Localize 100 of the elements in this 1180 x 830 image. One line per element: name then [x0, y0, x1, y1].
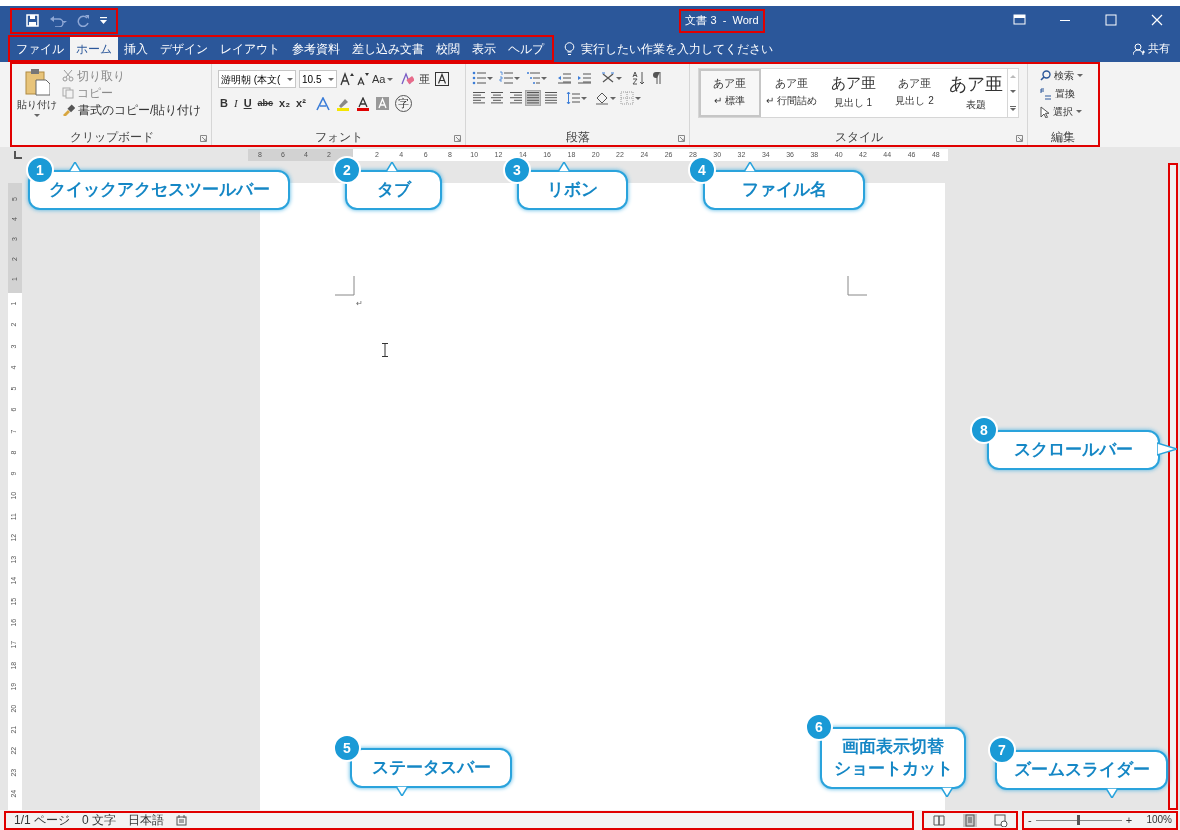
font-name-field[interactable]: 游明朝 (本文(	[218, 70, 296, 88]
shrink-font-icon[interactable]	[357, 72, 369, 86]
highlight-icon[interactable]	[335, 96, 350, 111]
read-mode-icon[interactable]	[932, 813, 947, 827]
style-gallery-item[interactable]: あア亜 ↵ 標準	[699, 69, 761, 117]
caret-icon[interactable]	[1076, 110, 1082, 113]
dialog-launcher-icon[interactable]	[200, 135, 207, 142]
style-gallery-item[interactable]: あア亜 ↵ 行間詰め	[760, 69, 823, 117]
lightbulb-icon[interactable]	[564, 41, 575, 56]
change-case-button[interactable]: Aa	[372, 70, 394, 88]
ribbon-tab[interactable]: デザイン	[154, 37, 214, 60]
format-button[interactable]: B	[220, 95, 228, 112]
ribbon-button[interactable]: 置換	[1040, 86, 1098, 101]
group-label: クリップボード	[69, 130, 154, 144]
print-layout-icon[interactable]	[963, 813, 977, 827]
character-shading-icon[interactable]	[375, 97, 389, 110]
bullet-list-icon[interactable]	[472, 71, 486, 85]
paint-bucket-icon[interactable]	[595, 91, 609, 105]
ribbon-button[interactable]: 書式のコピー/貼り付け	[62, 102, 202, 118]
justify-icon[interactable]	[526, 91, 540, 105]
scroll-down-icon[interactable]	[1010, 90, 1017, 94]
callout-label: スクロールバー	[987, 430, 1160, 470]
multilevel-list-icon[interactable]	[526, 71, 540, 85]
status-item[interactable]: 1/1 ページ	[14, 813, 70, 827]
ribbon-button[interactable]: 検索	[1040, 68, 1098, 83]
style-gallery-item[interactable]: あア亜 表題	[945, 69, 1008, 117]
group-label: スタイル	[834, 130, 883, 144]
ribbon-tab[interactable]: 差し込み文書	[346, 37, 430, 60]
zoom-out-button[interactable]: -	[1028, 814, 1032, 826]
ribbon-tab[interactable]: ヘルプ	[502, 37, 550, 60]
caret-icon[interactable]	[287, 77, 293, 81]
style-gallery-item[interactable]: あア亜 見出し 2	[883, 69, 946, 117]
caret-icon[interactable]	[541, 76, 547, 80]
ribbon-tab[interactable]: ホーム	[70, 37, 118, 60]
ribbon-tab[interactable]: 挿入	[118, 37, 154, 60]
dialog-launcher-icon[interactable]	[1016, 135, 1023, 142]
caret-icon[interactable]	[635, 96, 641, 100]
format-button[interactable]: x²	[296, 95, 306, 112]
align-right-icon[interactable]	[508, 91, 522, 105]
undo-icon[interactable]	[49, 14, 67, 27]
web-layout-icon[interactable]	[993, 813, 1008, 827]
search-icon	[1040, 70, 1051, 81]
macro-record-icon[interactable]	[176, 814, 188, 826]
zoom-level[interactable]: 100%	[1146, 815, 1172, 825]
tell-me-field[interactable]: 実行したい作業を入力してください	[581, 39, 821, 58]
caret-icon[interactable]	[487, 76, 493, 80]
ribbon-tab[interactable]: 表示	[466, 37, 502, 60]
clipboard-icon[interactable]	[24, 68, 50, 96]
line-spacing-icon[interactable]	[566, 91, 580, 105]
dialog-launcher-icon[interactable]	[454, 135, 461, 142]
format-button[interactable]: U	[243, 95, 252, 112]
paste-button[interactable]: 貼り付け	[16, 68, 58, 118]
caret-icon[interactable]	[514, 76, 520, 80]
increase-indent-icon[interactable]	[577, 71, 591, 85]
caret-icon[interactable]	[1077, 74, 1083, 77]
zoom-slider-thumb[interactable]	[1077, 814, 1081, 825]
customize-icon[interactable]	[100, 16, 107, 25]
align-center-icon[interactable]	[490, 91, 504, 105]
font-size-field[interactable]: 10.5	[299, 70, 337, 88]
share-button[interactable]: 共有	[1133, 40, 1170, 57]
font-color-icon[interactable]	[355, 96, 370, 111]
decrease-indent-icon[interactable]	[557, 71, 571, 85]
align-left-icon[interactable]	[472, 91, 486, 105]
format-button[interactable]: abc	[257, 96, 274, 111]
more-icon[interactable]	[1010, 105, 1017, 111]
person-icon[interactable]	[1133, 42, 1145, 55]
caret-icon[interactable]	[616, 76, 622, 80]
save-icon[interactable]	[26, 14, 39, 27]
format-button[interactable]: I	[233, 95, 238, 112]
zoom-in-button[interactable]: +	[1125, 814, 1133, 826]
ribbon-tab[interactable]: ファイル	[10, 37, 70, 60]
character-border-icon[interactable]	[435, 72, 450, 86]
caret-icon[interactable]	[581, 96, 587, 100]
tab-stop-selector[interactable]	[14, 151, 22, 159]
distributed-icon[interactable]	[544, 91, 558, 105]
sort-icon[interactable]	[632, 71, 646, 85]
status-item[interactable]: 日本語	[128, 813, 165, 827]
clear-formatting-icon[interactable]	[400, 72, 415, 86]
caret-icon[interactable]	[387, 77, 394, 81]
dialog-launcher-icon[interactable]	[678, 135, 685, 142]
status-item[interactable]: 0 文字	[82, 813, 117, 827]
margin-corner-mark	[847, 276, 867, 296]
text-cursor-icon	[381, 343, 389, 357]
ribbon-tab[interactable]: 校閲	[430, 37, 466, 60]
pilcrow-icon[interactable]	[652, 71, 662, 85]
grow-font-icon[interactable]	[340, 72, 354, 86]
phonetic-guide-button[interactable]: 亜	[417, 70, 433, 88]
group-label: 段落	[565, 130, 590, 144]
ribbon-tab[interactable]: 参考資料	[286, 37, 346, 60]
ribbon-tab[interactable]: レイアウト	[214, 37, 286, 60]
ribbon-button[interactable]: 選択	[1040, 104, 1098, 119]
format-button[interactable]: x₂	[279, 95, 291, 112]
caret-icon[interactable]	[610, 96, 616, 100]
redo-icon[interactable]	[77, 14, 90, 27]
copy-icon	[62, 87, 74, 99]
text-effects-icon[interactable]	[315, 96, 330, 111]
caret-icon[interactable]	[34, 114, 40, 117]
pointer-icon	[1040, 105, 1050, 118]
style-gallery-item[interactable]: あア亜 見出し 1	[822, 69, 884, 117]
caret-icon[interactable]	[328, 77, 334, 81]
